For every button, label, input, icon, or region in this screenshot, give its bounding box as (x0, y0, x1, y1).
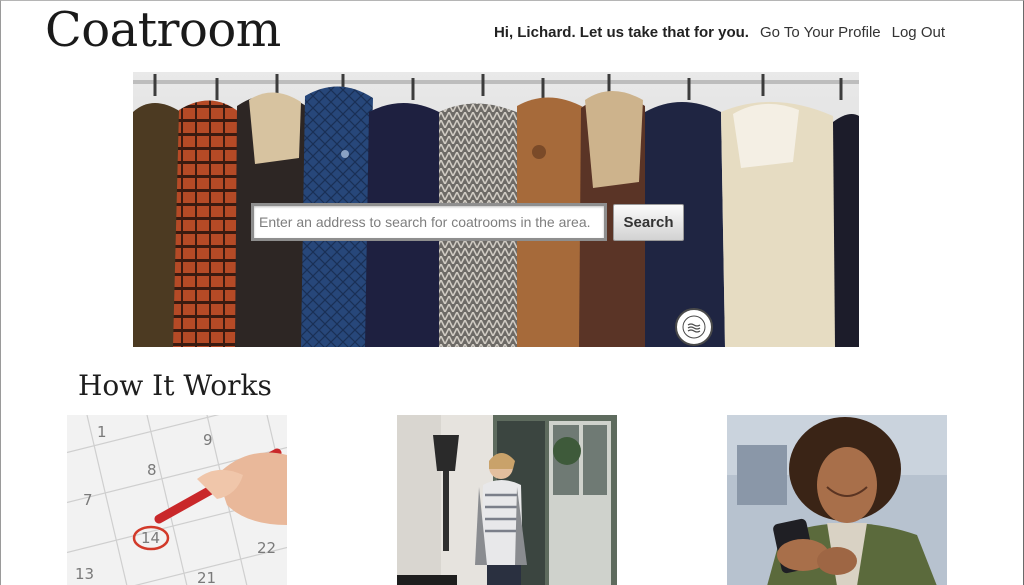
logout-link[interactable]: Log Out (892, 24, 945, 41)
calendar-day-13: 13 (75, 565, 94, 583)
calendar-day-22: 22 (257, 539, 276, 557)
calendar-day-14: 14 (141, 529, 160, 547)
brand-seal-icon (675, 308, 713, 346)
top-nav: Hi, Lichard. Let us take that for you. G… (494, 24, 945, 41)
calendar-day-8: 8 (147, 461, 157, 479)
calendar-day-21: 21 (197, 569, 216, 585)
calendar-day-9: 9 (203, 431, 213, 449)
search-bar: Search (251, 203, 684, 241)
search-button[interactable]: Search (613, 203, 684, 241)
greeting-text: Hi, Lichard. Let us take that for you. (493, 24, 749, 41)
address-search-input[interactable] (251, 203, 607, 241)
profile-link[interactable]: Go To Your Profile (760, 24, 881, 41)
how-it-works-heading: How It Works (78, 369, 272, 402)
page: Coatroom Hi, Lichard. Let us take that f… (0, 0, 1024, 585)
hero-banner: Search (133, 72, 859, 347)
site-logo[interactable]: Coatroom (45, 4, 281, 56)
calendar-day-1: 1 (97, 423, 107, 441)
calendar-step-image: 9 8 7 14 13 21 22 1 (67, 415, 287, 585)
calendar-day-7: 7 (83, 491, 93, 509)
phone-step-image (727, 415, 947, 585)
host-door-step-image (397, 415, 617, 585)
